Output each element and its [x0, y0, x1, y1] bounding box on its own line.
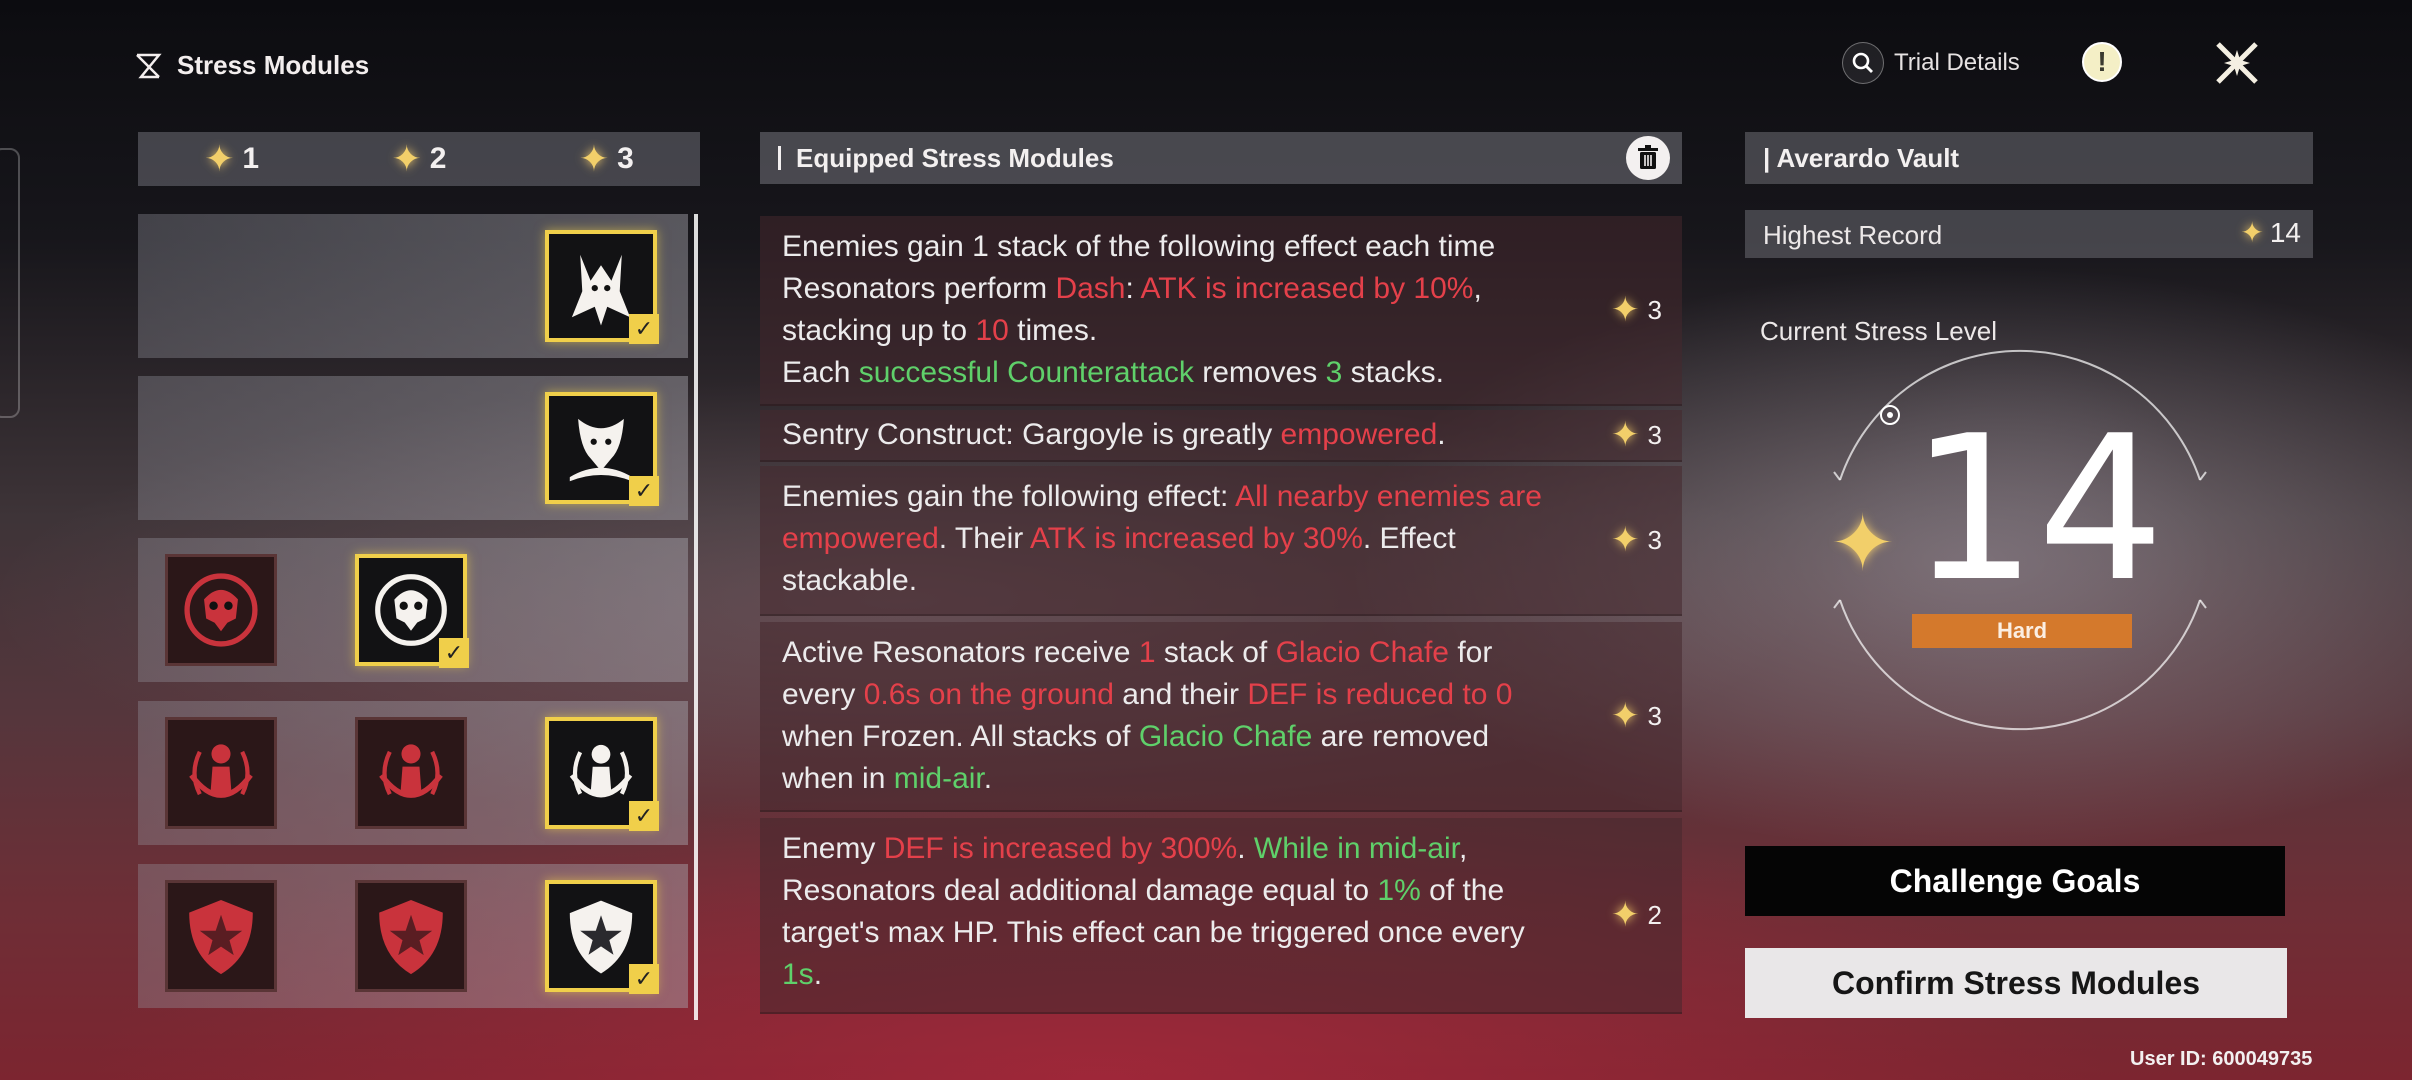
star-icon: ✦	[1830, 499, 1896, 587]
module-row: ✓	[138, 538, 688, 682]
tier-filter-bar: ✦ 1 ✦ 2 ✦ 3	[138, 132, 700, 186]
checkmark-icon: ✓	[629, 964, 659, 994]
equipped-module-row[interactable]: Enemy DEF is increased by 300%. While in…	[760, 818, 1682, 1014]
module-cost: ✦ 3	[1611, 697, 1662, 735]
user-id: User ID: 600049735	[2130, 1048, 2313, 1070]
stress-level-value: 14	[1910, 393, 2165, 626]
highest-record-label: Highest Record	[1763, 220, 1943, 250]
glacio-figure-icon[interactable]: ✓	[545, 717, 659, 831]
star-icon: ✦	[1611, 291, 1640, 329]
equipped-module-row[interactable]: Enemies gain 1 stack of the following ef…	[760, 216, 1682, 406]
module-cost: ✦ 3	[1611, 416, 1662, 454]
module-row: ✓	[138, 376, 688, 520]
tier-filter-2[interactable]: ✦ 2	[325, 132, 512, 186]
module-description: Sentry Construct: Gargoyle is greatly em…	[782, 418, 1446, 451]
challenge-goals-button[interactable]: Challenge Goals	[1745, 846, 2285, 916]
module-list[interactable]: ✓ ✓ ✓ ✓ ✓	[138, 214, 688, 1014]
star-icon: ✦	[1611, 521, 1640, 559]
equipped-header: Equipped Stress Modules	[760, 132, 1682, 184]
page-title: Stress Modules	[177, 50, 370, 80]
trash-icon[interactable]	[1626, 136, 1670, 180]
checkmark-icon: ✓	[629, 801, 659, 831]
highest-record-row: Highest Record ✦ 14	[1745, 210, 2313, 258]
shield-star-icon[interactable]	[355, 880, 467, 992]
side-drawer-handle[interactable]	[0, 148, 20, 418]
trial-details-label: Trial Details	[1894, 49, 2020, 76]
horned-demon-icon[interactable]: ✓	[545, 230, 659, 344]
module-description: Enemy DEF is increased by 300%. While in…	[782, 832, 1525, 991]
checkmark-icon: ✓	[439, 638, 469, 668]
star-icon: ✦	[391, 138, 422, 179]
skull-emblem-icon[interactable]: ✓	[355, 554, 469, 668]
module-cost: ✦ 2	[1611, 896, 1662, 934]
module-row: ✓	[138, 214, 688, 358]
equipped-module-row[interactable]: Active Resonators receive 1 stack of Gla…	[760, 622, 1682, 812]
highest-record-value: ✦ 14	[2240, 216, 2301, 249]
page-header: Stress Modules	[133, 50, 369, 81]
module-list-scrollbar[interactable]	[694, 214, 698, 1020]
checkmark-icon: ✓	[629, 476, 659, 506]
vault-title: | Averardo Vault	[1763, 143, 1960, 173]
module-description: Enemies gain the following effect: All n…	[782, 480, 1542, 597]
star-icon: ✦	[1611, 896, 1640, 934]
module-description: Enemies gain 1 stack of the following ef…	[782, 230, 1496, 389]
shield-star-icon[interactable]: ✓	[545, 880, 659, 994]
equipped-module-row[interactable]: Sentry Construct: Gargoyle is greatly em…	[760, 410, 1682, 462]
star-icon: ✦	[578, 138, 610, 179]
star-icon: ✦	[1611, 416, 1640, 454]
module-row: ✓	[138, 864, 688, 1008]
tier-filter-1[interactable]: ✦ 1	[138, 132, 325, 186]
star-icon: ✦	[204, 138, 235, 179]
close-icon[interactable]	[2210, 36, 2264, 90]
module-cost: ✦ 3	[1611, 291, 1662, 329]
star-icon: ✦	[1611, 697, 1640, 735]
equipped-title: Equipped Stress Modules	[796, 143, 1114, 173]
glacio-figure-icon[interactable]	[165, 717, 277, 829]
vault-header: | Averardo Vault	[1745, 132, 2313, 184]
trial-details-button[interactable]: Trial Details	[1842, 42, 2020, 84]
module-row: ✓	[138, 701, 688, 845]
skull-emblem-icon[interactable]	[165, 554, 277, 666]
alert-icon[interactable]: !	[2082, 42, 2122, 82]
gargoyle-icon[interactable]: ✓	[545, 392, 659, 506]
shield-star-icon[interactable]	[165, 880, 277, 992]
stress-logo-icon	[136, 53, 162, 78]
module-cost: ✦ 3	[1611, 521, 1662, 559]
search-icon	[1842, 42, 1884, 84]
confirm-stress-modules-button[interactable]: Confirm Stress Modules	[1745, 948, 2287, 1018]
glacio-figure-icon[interactable]	[355, 717, 467, 829]
equipped-module-row[interactable]: Enemies gain the following effect: All n…	[760, 466, 1682, 616]
tier-filter-3[interactable]: ✦ 3	[513, 132, 700, 186]
module-description: Active Resonators receive 1 stack of Gla…	[782, 636, 1513, 795]
checkmark-icon: ✓	[629, 314, 659, 344]
difficulty-badge: Hard	[1912, 614, 2132, 648]
star-icon: ✦	[2240, 217, 2264, 248]
